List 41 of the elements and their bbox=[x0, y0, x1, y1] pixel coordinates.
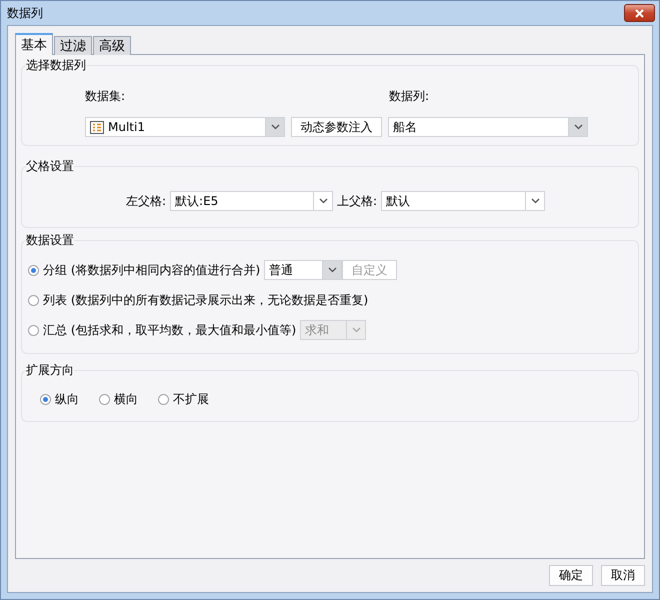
window-title: 数据列 bbox=[7, 4, 43, 22]
group-title: 扩展方向 bbox=[26, 362, 74, 379]
tab[interactable]: 高级 bbox=[93, 36, 131, 55]
group-title: 父格设置 bbox=[26, 158, 74, 175]
field-label: 数据列: bbox=[389, 88, 430, 105]
table-icon bbox=[90, 120, 104, 134]
group-title: 数据设置 bbox=[26, 232, 74, 249]
field-label: 上父格: bbox=[337, 192, 378, 210]
radio-button[interactable] bbox=[40, 394, 51, 404]
option-label: 列表 (数据列中的所有数据记录展示出来，无论数据是否重复) bbox=[43, 292, 368, 308]
tab[interactable]: 基本 bbox=[15, 33, 53, 55]
tab[interactable]: 过滤 bbox=[54, 36, 92, 55]
radio-button[interactable] bbox=[99, 394, 110, 404]
field-label: 左父格: bbox=[126, 192, 166, 210]
inject-button[interactable]: 动态参数注入 bbox=[291, 117, 382, 137]
group-title: 选择数据列 bbox=[26, 57, 86, 74]
dialog-button[interactable]: 确定 bbox=[549, 565, 593, 586]
dropdown[interactable]: 普通 bbox=[264, 260, 342, 280]
caret-icon bbox=[574, 124, 582, 130]
radio-button[interactable] bbox=[158, 394, 169, 404]
radio-button[interactable] bbox=[28, 264, 39, 276]
caret-icon bbox=[352, 327, 361, 333]
caret-icon bbox=[318, 198, 328, 204]
option-label: 汇总 (包括求和，取平均数，最大值和最小值等) bbox=[43, 322, 296, 338]
close-button[interactable] bbox=[624, 4, 655, 22]
field-label: 数据集: bbox=[85, 88, 126, 105]
radio-button[interactable] bbox=[28, 294, 39, 306]
dropdown[interactable]: 船名 bbox=[388, 117, 588, 137]
dropdown[interactable]: Multi1 bbox=[85, 117, 285, 137]
option-label: 纵向 bbox=[55, 390, 79, 408]
caret-icon bbox=[328, 267, 337, 273]
caret-icon bbox=[270, 124, 280, 130]
close-icon bbox=[634, 8, 645, 18]
dialog-button[interactable]: 取消 bbox=[601, 565, 645, 586]
dropdown[interactable]: 默认 bbox=[381, 191, 546, 211]
radio-button[interactable] bbox=[28, 324, 39, 336]
option-label: 横向 bbox=[114, 390, 138, 408]
option-label: 不扩展 bbox=[173, 390, 209, 408]
caret-icon bbox=[530, 198, 540, 204]
option-label: 分组 (将数据列中相同内容的值进行合并) bbox=[43, 262, 260, 278]
dropdown[interactable]: 默认:E5 bbox=[170, 191, 334, 211]
